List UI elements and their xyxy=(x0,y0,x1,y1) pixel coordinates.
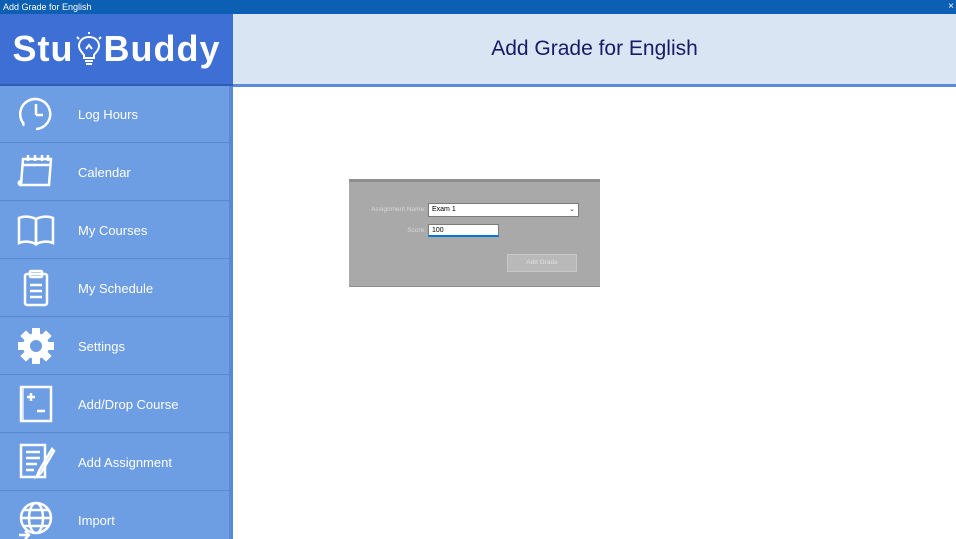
lightbulb-icon xyxy=(74,31,104,67)
sidebar-item-label: Add Assignment xyxy=(78,454,172,470)
app-logo: Stu Buddy xyxy=(0,14,233,86)
window-title: Add Grade for English xyxy=(3,2,92,12)
sidebar-item-log-hours[interactable]: Log Hours xyxy=(0,86,229,143)
page-title: Add Grade for English xyxy=(491,37,698,60)
logo-prefix: Stu xyxy=(12,28,74,69)
sidebar-item-label: Import xyxy=(78,512,115,528)
sidebar-item-label: Calendar xyxy=(78,164,131,180)
sidebar-item-import[interactable]: Import xyxy=(0,492,229,539)
page-header: Add Grade for English xyxy=(233,14,956,87)
sidebar-item-label: My Schedule xyxy=(78,280,154,296)
sidebar-item-label: My Courses xyxy=(78,222,148,238)
book-icon xyxy=(15,209,57,251)
add-grade-form: Assignment Name: Exam 1 ⌄ Score: 100 Add… xyxy=(349,179,600,287)
logo-suffix: Buddy xyxy=(103,28,221,69)
chevron-down-icon[interactable]: ⌄ xyxy=(569,204,575,216)
calendar-icon xyxy=(15,151,57,193)
assignment-name-dropdown[interactable]: Exam 1 ⌄ xyxy=(428,203,579,217)
sidebar-item-label: Add/Drop Course xyxy=(78,396,179,412)
sidebar: Stu Buddy Log Hours Calendar My Courses … xyxy=(0,14,233,539)
score-field[interactable]: 100 xyxy=(428,224,499,237)
sidebar-item-add-drop-course[interactable]: Add/Drop Course xyxy=(0,376,229,433)
sidebar-item-label: Settings xyxy=(78,338,125,354)
document-pen-icon xyxy=(15,441,57,483)
sidebar-item-my-schedule[interactable]: My Schedule xyxy=(0,260,229,317)
sidebar-item-add-assignment[interactable]: Add Assignment xyxy=(0,434,229,491)
sidebar-item-my-courses[interactable]: My Courses xyxy=(0,202,229,259)
window-titlebar: Add Grade for English × xyxy=(0,0,956,14)
score-label: Score: xyxy=(407,227,426,234)
clock-icon xyxy=(15,93,57,135)
sidebar-item-label: Log Hours xyxy=(78,106,138,122)
assignment-name-label: Assignment Name: xyxy=(371,206,426,213)
close-icon[interactable]: × xyxy=(948,0,954,14)
sidebar-item-settings[interactable]: Settings xyxy=(0,318,229,375)
add-grade-button[interactable]: Add Grade xyxy=(507,254,577,272)
sidebar-edge xyxy=(229,86,233,539)
clipboard-icon xyxy=(15,267,57,309)
gear-icon xyxy=(15,325,57,367)
globe-icon xyxy=(15,499,57,539)
plus-minus-icon xyxy=(15,383,57,425)
score-value: 100 xyxy=(432,227,444,234)
sidebar-item-calendar[interactable]: Calendar xyxy=(0,144,229,201)
assignment-name-value: Exam 1 xyxy=(432,206,456,213)
